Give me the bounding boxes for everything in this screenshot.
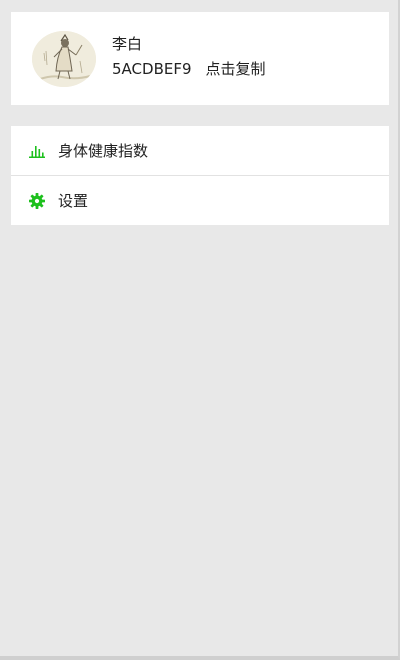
profile-id-row: 5ACDBEF9 点击复制 (112, 60, 266, 78)
bar-chart-icon (29, 143, 45, 159)
app-screen: 李白 5ACDBEF9 点击复制 身体健康指数 设置 (0, 0, 400, 660)
copy-id-button[interactable]: 点击复制 (206, 60, 266, 78)
menu-list: 身体健康指数 设置 (11, 126, 389, 225)
profile-name: 李白 (112, 35, 143, 53)
avatar-portrait-icon (32, 31, 96, 87)
menu-item-label: 身体健康指数 (58, 142, 149, 160)
menu-item-health-index[interactable]: 身体健康指数 (11, 126, 389, 175)
menu-item-settings[interactable]: 设置 (11, 175, 389, 225)
profile-card[interactable]: 李白 5ACDBEF9 点击复制 (11, 12, 389, 105)
avatar[interactable] (32, 31, 96, 87)
user-id: 5ACDBEF9 (112, 60, 192, 78)
menu-item-label: 设置 (58, 192, 89, 210)
gear-icon (29, 192, 45, 209)
